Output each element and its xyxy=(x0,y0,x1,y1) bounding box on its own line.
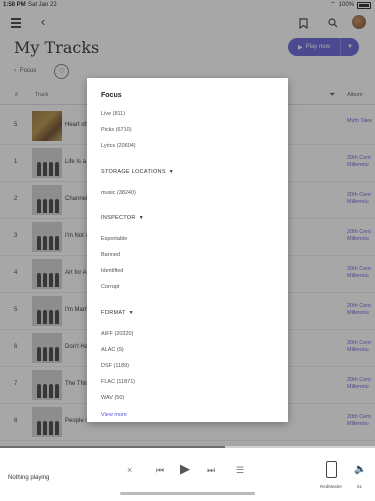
chevron-down-icon: ▼ xyxy=(138,214,144,221)
device-label: RedMaster xyxy=(320,484,343,489)
inspector-option[interactable]: Identified xyxy=(101,268,123,274)
device-icon[interactable] xyxy=(326,461,337,478)
inspector-section-label: INSPECTOR xyxy=(101,214,136,221)
focus-option[interactable]: Live (811) xyxy=(101,111,125,117)
inspector-option[interactable]: Exportable xyxy=(101,236,127,242)
format-section-label: FORMAT xyxy=(101,309,126,316)
dialog-title: Focus xyxy=(101,92,122,99)
queue-icon[interactable]: ☰ xyxy=(236,465,244,476)
format-section[interactable]: FORMAT ▼ xyxy=(101,310,134,316)
playback-progress[interactable] xyxy=(0,446,375,448)
focus-filter-dialog: Focus Live (811) Picks (6710) Lyrics (2060… xyxy=(87,78,288,422)
inspector-option[interactable]: Banned xyxy=(101,252,120,258)
chevron-down-icon: ▼ xyxy=(128,309,134,316)
focus-option[interactable]: Picks (6710) xyxy=(101,127,132,133)
inspector-section[interactable]: INSPECTOR ▼ xyxy=(101,215,144,221)
view-more-link[interactable]: View more xyxy=(101,412,127,418)
format-option[interactable]: WAV (50) xyxy=(101,395,124,401)
storage-locations-section-label: STORAGE LOCATIONS xyxy=(101,168,166,175)
home-indicator xyxy=(120,492,255,495)
volume-icon[interactable]: 🔈 xyxy=(354,464,366,475)
storage-option[interactable]: music (38240) xyxy=(101,190,136,196)
focus-option[interactable]: Lyrics (20604) xyxy=(101,143,136,149)
now-playing-status: Nothing playing xyxy=(8,475,50,481)
format-option[interactable]: DSF (1189) xyxy=(101,363,129,369)
inspector-option[interactable]: Corrupt xyxy=(101,284,119,290)
player-bar: Nothing playing × ⏮ ▶ ⏭ ☰ RedMaster 🔈 51 xyxy=(0,446,375,501)
close-icon[interactable]: × xyxy=(127,465,132,475)
play-icon[interactable]: ▶ xyxy=(180,461,190,477)
chevron-down-icon: ▼ xyxy=(168,168,175,175)
skip-forward-icon[interactable]: ⏭ xyxy=(207,465,215,476)
skip-back-icon[interactable]: ⏮ xyxy=(156,465,164,476)
volume-label: 51 xyxy=(357,484,363,489)
format-option[interactable]: ALAC (9) xyxy=(101,347,124,353)
storage-locations-section[interactable]: STORAGE LOCATIONS ▼ xyxy=(101,169,174,175)
format-option[interactable]: FLAC (11871) xyxy=(101,379,135,385)
format-option[interactable]: AIFF (20320) xyxy=(101,331,133,337)
